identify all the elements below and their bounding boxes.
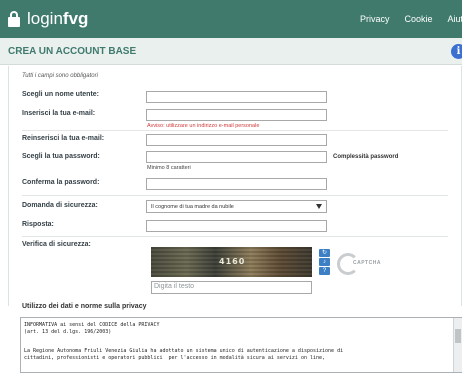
security-question-select[interactable]: Il cognome di tua madre da nubile (146, 200, 327, 213)
security-question-label: Domanda di sicurezza: (22, 202, 98, 209)
logo-text: loginfvg (27, 9, 89, 28)
separator (22, 195, 448, 196)
privacy-title: Utilizzo dei dati e norme sulla privacy (22, 303, 147, 310)
email-confirm-label: Reinserisci la tua e-mail: (22, 135, 105, 142)
page-title: CREA UN ACCOUNT BASE (8, 46, 137, 57)
captcha-label: Verifica di sicurezza: (22, 241, 91, 248)
password-confirm-input[interactable] (146, 178, 327, 190)
captcha-buttons: ↻ ♪ ? (319, 249, 330, 276)
captcha-code: 4160 (219, 257, 246, 266)
password-input[interactable] (146, 151, 327, 163)
required-note: Tutti i campi sono obbligatori (22, 73, 98, 79)
username-input[interactable] (146, 91, 327, 103)
email-label: Inserisci la tua e-mail: (22, 110, 96, 117)
username-label: Scegli un nome utente: (22, 91, 100, 98)
nav-privacy-link[interactable]: Privacy (360, 14, 390, 24)
email-confirm-input[interactable] (146, 134, 327, 146)
captcha-input[interactable] (151, 281, 312, 294)
separator (22, 236, 448, 237)
email-input[interactable] (146, 109, 327, 121)
email-warning: Avviso: utilizzare un indirizzo e-mail p… (147, 123, 260, 129)
privacy-scrollbar[interactable] (453, 318, 462, 372)
lock-icon (8, 10, 20, 27)
security-question-value: Il cognome di tua madre da nubile (151, 204, 234, 210)
privacy-textarea[interactable]: INFORMATIVA ai sensi del CODICE della PR… (20, 317, 462, 373)
answer-label: Risposta: (22, 221, 54, 228)
captcha-image: 4160 (151, 247, 312, 277)
password-label: Scegli la tua password: (22, 153, 100, 160)
top-bar: loginfvg Privacy Cookie Aiuto (0, 0, 462, 38)
nav-help-link[interactable]: Aiuto (447, 14, 462, 24)
answer-input[interactable] (146, 220, 327, 232)
nav-cookie-link[interactable]: Cookie (404, 14, 432, 24)
captcha-logo: CAPTCHA (337, 253, 380, 275)
logo[interactable]: loginfvg (8, 10, 88, 27)
password-confirm-label: Conferma la password: (22, 179, 100, 186)
password-strength-label: Complessità password (333, 154, 399, 160)
help-icon[interactable]: ? (319, 267, 330, 275)
password-hint: Minimo 8 caratteri (147, 165, 191, 171)
refresh-icon[interactable]: ↻ (319, 249, 330, 257)
top-nav: Privacy Cookie Aiuto (360, 14, 462, 24)
info-icon[interactable]: i (451, 44, 462, 59)
privacy-text: INFORMATIVA ai sensi del CODICE della PR… (24, 322, 344, 361)
audio-icon[interactable]: ♪ (319, 258, 330, 266)
chevron-down-icon (316, 204, 322, 209)
scrollbar-thumb[interactable] (455, 329, 461, 343)
separator (22, 130, 448, 131)
title-row: CREA UN ACCOUNT BASE i (0, 38, 462, 65)
